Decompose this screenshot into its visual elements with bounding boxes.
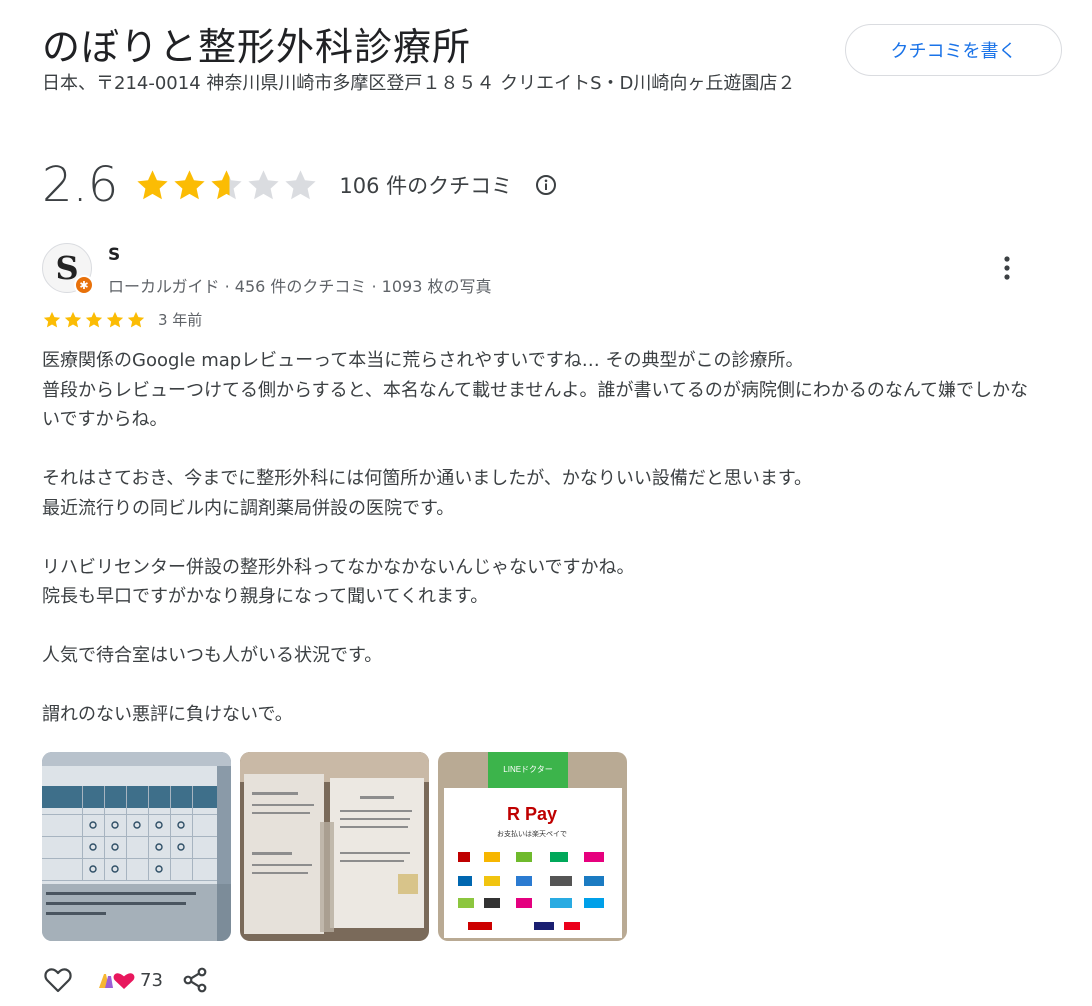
review-stars bbox=[42, 310, 146, 330]
photo-notice-signs[interactable] bbox=[240, 752, 429, 941]
reviewer-meta: ローカルガイド · 456 件のクチコミ · 1093 枚の写真 bbox=[108, 277, 492, 296]
rating-stars bbox=[134, 167, 319, 204]
line-doctor-label: LINEドクター bbox=[503, 765, 552, 774]
star-icon bbox=[43, 311, 61, 327]
photo-payment-sign[interactable]: LINEドクター R Pay お支払いは楽天ペイで bbox=[438, 752, 627, 941]
like-heart-icon[interactable] bbox=[42, 964, 74, 996]
review-paragraph: 謂れのない悪評に負けないで。 bbox=[42, 704, 293, 725]
place-title: のぼりと整形外科診療所 bbox=[42, 25, 472, 69]
svg-text:R Pay: R Pay bbox=[507, 804, 557, 824]
reviewer-header: S ✱ S ローカルガイド · 456 件のクチコミ · 1093 枚の写真 bbox=[42, 243, 491, 297]
review-paragraph: 人気で待合室はいつも人がいる状況です。 bbox=[42, 645, 383, 666]
place-address: 日本、〒214-0014 神奈川県川崎市多摩区登戸１８５４ クリエイトS・D川崎… bbox=[42, 73, 796, 94]
review-count[interactable]: 106 件のクチコミ bbox=[339, 170, 512, 200]
star-icon bbox=[285, 169, 316, 199]
avatar[interactable]: S ✱ bbox=[42, 243, 94, 295]
review-text: 医療関係のGoogle mapレビューって本当に荒らされやすいですね… その典型… bbox=[42, 346, 1042, 730]
reaction-count: 73 bbox=[140, 969, 163, 991]
star-icon bbox=[248, 169, 279, 199]
star-icon bbox=[127, 311, 145, 327]
star-icon bbox=[211, 169, 242, 199]
review-paragraph: 医療関係のGoogle mapレビューって本当に荒らされやすいですね… その典型… bbox=[42, 350, 1029, 430]
review-paragraph: リハビリセンター併設の整形外科ってなかなかないんじゃないですかね。 院長も早口で… bbox=[42, 556, 635, 608]
review-rating-row: 3 年前 bbox=[42, 309, 202, 330]
star-icon bbox=[64, 311, 82, 327]
local-guide-badge-icon: ✱ bbox=[74, 275, 94, 295]
rating-summary: 2.6 106 件のクチコミ bbox=[42, 150, 558, 220]
review-actions: 73 bbox=[42, 962, 209, 998]
reviewer-name[interactable]: S bbox=[108, 245, 491, 265]
write-review-button[interactable]: クチコミを書く bbox=[845, 24, 1062, 76]
share-icon[interactable] bbox=[181, 966, 209, 994]
rpay-subtitle: お支払いは楽天ペイで bbox=[497, 829, 567, 838]
review-paragraph: それはさておき、今までに整形外科には何箇所か通いましたが、かなりいい設備だと思い… bbox=[42, 468, 813, 519]
rpay-brand: Pay bbox=[525, 804, 557, 824]
star-icon bbox=[85, 311, 103, 327]
rating-value: 2.6 bbox=[42, 157, 119, 213]
more-options-icon[interactable] bbox=[994, 252, 1020, 284]
info-icon[interactable] bbox=[534, 173, 558, 197]
review-photos: LINEドクター R Pay お支払いは楽天ペイで bbox=[42, 752, 627, 941]
star-icon bbox=[106, 311, 124, 327]
reaction-emoji-icon bbox=[99, 973, 135, 989]
review-date: 3 年前 bbox=[158, 311, 203, 329]
reactions[interactable]: 73 bbox=[96, 968, 163, 992]
star-icon bbox=[174, 169, 205, 199]
photo-schedule-sign[interactable] bbox=[42, 752, 231, 941]
star-icon bbox=[137, 169, 168, 199]
